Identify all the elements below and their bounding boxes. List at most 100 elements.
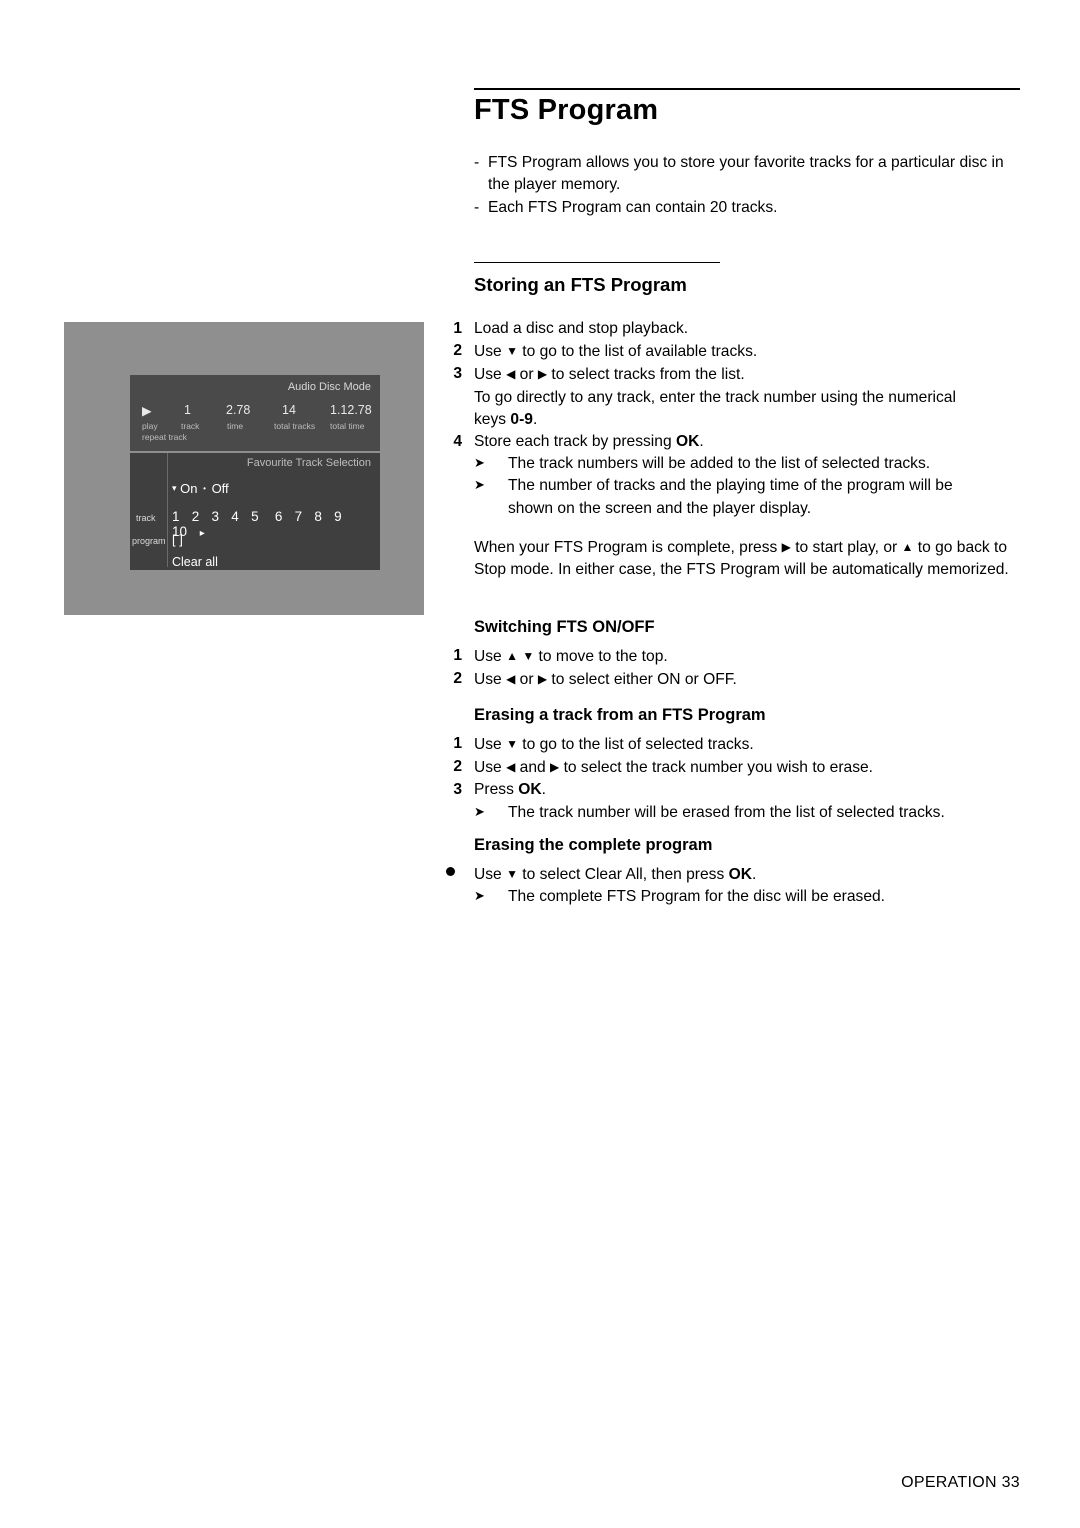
section-divider [474, 262, 720, 263]
osd-track-2[interactable]: 2 [192, 509, 208, 524]
list-item: 3 Press OK. [444, 779, 992, 801]
osd-track-5[interactable]: 5 [251, 509, 271, 524]
osd-track-3[interactable]: 3 [212, 509, 228, 524]
list-item: 1 Use ▲ ▼ to move to the top. [444, 645, 992, 668]
osd-track-6[interactable]: 6 [275, 509, 291, 524]
osd-illustration: Audio Disc Mode ▶ 1 2.78 14 1.12.78 play… [64, 322, 424, 615]
bullet-icon [446, 867, 455, 876]
intro-text-1: FTS Program allows you to store your fav… [488, 154, 1004, 193]
list-item: Use ▼ to select Clear All, then press OK… [444, 863, 992, 886]
list-item: ➤ The track number will be erased from t… [444, 802, 992, 824]
arrow-right-icon: ➤ [474, 888, 485, 904]
arrow-right-icon: ➤ [474, 803, 485, 819]
list-item: 2 Use ▼ to go to the list of available t… [444, 340, 992, 363]
step-text: Use ◀ or ▶ to select tracks from the lis… [474, 366, 745, 384]
dot-icon: • [203, 484, 206, 493]
osd-screen: Audio Disc Mode ▶ 1 2.78 14 1.12.78 play… [130, 375, 380, 570]
osd-track-number-list[interactable]: 1 2 3 4 5 6 7 8 9 10 ▸ [172, 509, 380, 539]
intro-text-2: Each FTS Program can contain 20 tracks. [488, 199, 778, 216]
chevron-right-icon[interactable]: ▸ [200, 528, 205, 539]
list-item: 1 Use ▼ to go to the list of selected tr… [444, 733, 992, 756]
osd-column-divider [167, 453, 168, 567]
step-number: 1 [453, 647, 462, 664]
osd-onoff-row[interactable]: ▾ On • Off [172, 481, 229, 496]
step-text: Use ◀ and ▶ to select the track number y… [474, 759, 873, 777]
switching-steps: 1 Use ▲ ▼ to move to the top. 2 Use ◀ or… [444, 645, 992, 691]
section-heading-erasing-track: Erasing a track from an FTS Program [474, 706, 766, 724]
erasing-program-steps: Use ▼ to select Clear All, then press OK… [444, 863, 992, 908]
step-text: Use ▼ to select Clear All, then press OK… [474, 866, 757, 883]
section-heading-erasing-program: Erasing the complete program [474, 836, 713, 854]
erasing-track-steps: 1 Use ▼ to go to the list of selected tr… [444, 733, 992, 824]
step-number: 3 [453, 365, 462, 383]
title-divider [474, 88, 1020, 90]
step-text: Use ◀ or ▶ to select either ON or OFF. [474, 671, 737, 689]
osd-label-repeat-track: repeat track [142, 432, 187, 442]
section-heading-storing: Storing an FTS Program [474, 274, 687, 295]
arrow-right-icon: ➤ [474, 477, 485, 493]
step-text: To go directly to any track, enter the t… [474, 388, 956, 428]
osd-total-tracks-value: 14 [282, 403, 296, 417]
list-item: ➤ The track numbers will be added to the… [444, 453, 992, 475]
step-text: Press OK. [474, 781, 546, 799]
play-icon: ▶ [142, 404, 152, 418]
list-item: - FTS Program allows you to store your f… [474, 152, 1022, 196]
page-footer: OPERATION 33 [901, 1474, 1020, 1491]
list-item: 1 Load a disc and stop playback. [444, 318, 992, 340]
list-item: - Each FTS Program can contain 20 tracks… [474, 197, 1022, 219]
storing-paragraph: When your FTS Program is complete, press… [474, 539, 1009, 579]
section-heading-switching: Switching FTS ON/OFF [474, 618, 655, 636]
dash-marker: - [474, 154, 480, 171]
osd-fts-title: Favourite Track Selection [246, 457, 371, 469]
list-item: ➤ The complete FTS Program for the disc … [444, 886, 992, 908]
step-text: Load a disc and stop playback. [474, 320, 689, 337]
step-number: 2 [453, 670, 462, 688]
osd-track-7[interactable]: 7 [295, 509, 311, 524]
osd-track-value: 1 [184, 403, 191, 417]
osd-status-panel: Audio Disc Mode ▶ 1 2.78 14 1.12.78 play… [130, 375, 380, 453]
list-item: To go directly to any track, enter the t… [444, 387, 992, 431]
substep-text: The track numbers will be added to the l… [508, 455, 931, 473]
osd-label-time: time [227, 421, 244, 431]
osd-track-4[interactable]: 4 [231, 509, 247, 524]
list-item: 4 Store each track by pressing OK. [444, 431, 992, 453]
dash-marker: - [474, 199, 480, 216]
step-text: Store each track by pressing OK. [474, 433, 704, 451]
osd-label-track: track [181, 421, 200, 431]
list-item: 3 Use ◀ or ▶ to select tracks from the l… [444, 363, 992, 386]
osd-time-value: 2.78 [226, 403, 251, 417]
osd-track-9[interactable]: 9 [334, 509, 354, 524]
step-number: 3 [453, 781, 462, 799]
osd-track-1[interactable]: 1 [172, 509, 188, 524]
osd-program-value: [ ] [172, 532, 183, 547]
osd-label-total-time: total time [330, 421, 365, 431]
osd-track-row-label: track [136, 513, 156, 523]
intro-list: - FTS Program allows you to store your f… [474, 152, 1022, 220]
step-text: Use ▼ to go to the list of selected trac… [474, 736, 754, 753]
substep-text: The number of tracks and the playing tim… [508, 477, 953, 517]
osd-mode-label: Audio Disc Mode [287, 381, 371, 393]
list-item: ➤ The number of tracks and the playing t… [444, 475, 992, 519]
page-title: FTS Program [474, 94, 659, 126]
step-text: Use ▲ ▼ to move to the top. [474, 648, 668, 665]
storing-steps: 1 Load a disc and stop playback. 2 Use ▼… [444, 318, 992, 520]
step-number: 1 [453, 320, 462, 337]
osd-off-option[interactable]: Off [212, 481, 229, 496]
osd-clear-all[interactable]: Clear all [172, 555, 218, 569]
osd-program-row-label: program [132, 536, 166, 546]
step-number: 2 [453, 758, 462, 776]
caret-down-icon: ▾ [172, 483, 177, 493]
osd-track-8[interactable]: 8 [314, 509, 330, 524]
step-number: 2 [453, 342, 462, 360]
osd-label-total-tracks: total tracks [274, 421, 316, 431]
osd-total-time-value: 1.12.78 [330, 403, 372, 417]
step-number: 1 [453, 735, 462, 752]
list-item: 2 Use ◀ and ▶ to select the track number… [444, 756, 992, 779]
list-item: 2 Use ◀ or ▶ to select either ON or OFF. [444, 668, 992, 691]
substep-text: The complete FTS Program for the disc wi… [508, 888, 885, 906]
substep-text: The track number will be erased from the… [508, 803, 945, 821]
step-text: Use ▼ to go to the list of available tra… [474, 343, 758, 361]
osd-on-option[interactable]: On [180, 481, 197, 496]
step-number: 4 [453, 433, 462, 451]
arrow-right-icon: ➤ [474, 455, 485, 471]
